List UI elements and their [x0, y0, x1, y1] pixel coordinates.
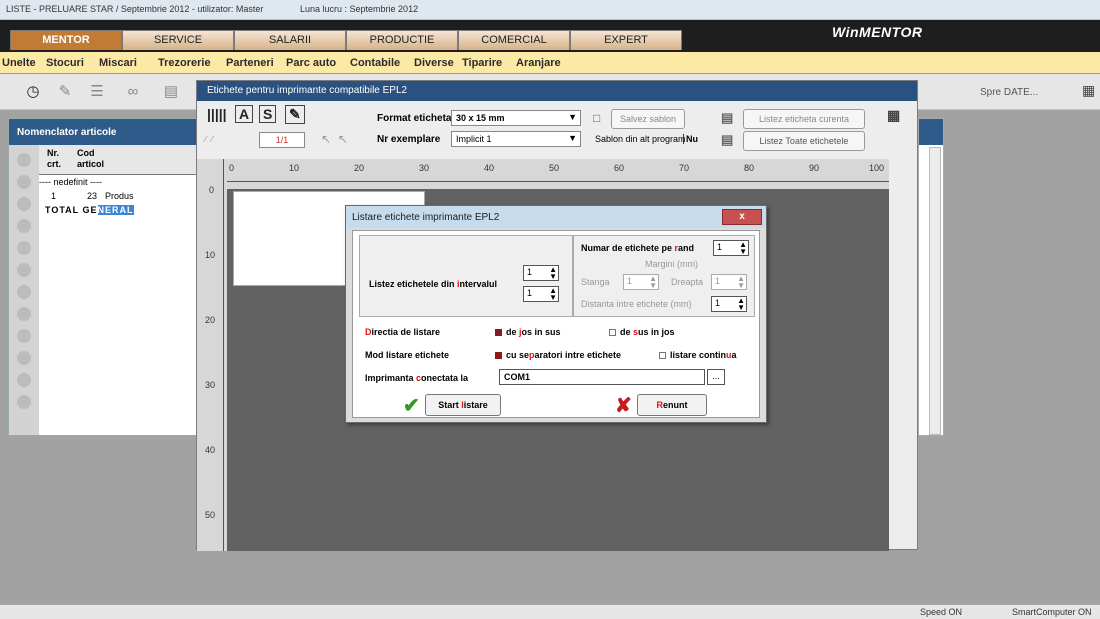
printer-icon: ▤ — [721, 132, 734, 147]
menu-diverse[interactable]: Diverse — [414, 57, 454, 69]
status-bar: Speed ON SmartComputer ON — [0, 604, 1100, 619]
menu-miscari[interactable]: Miscari — [99, 57, 137, 69]
renunt-button[interactable]: Renunt — [637, 394, 707, 416]
format-label: Format eticheta — [377, 113, 452, 124]
dreapta-label: Dreapta — [671, 277, 704, 287]
imprimanta-input[interactable]: COM1 — [499, 369, 705, 385]
tab-productie[interactable]: PRODUCTIE — [346, 30, 458, 50]
stanga-label: Stanga — [581, 277, 610, 287]
window-titlebar: LISTE - PRELUARE STAR / Septembrie 2012 … — [0, 0, 1100, 20]
menu-parteneri[interactable]: Parteneri — [226, 57, 274, 69]
salvez-sablon-button[interactable]: Salvez sablon — [611, 109, 685, 129]
menu-stocuri[interactable]: Stocuri — [46, 57, 84, 69]
radio-de-sus-in-jos[interactable]: de sus in jos — [609, 327, 675, 337]
menu-tiparire[interactable]: Tiparire — [462, 57, 502, 69]
menu-contabile[interactable]: Contabile — [350, 57, 400, 69]
tab-comercial[interactable]: COMERCIAL — [458, 30, 570, 50]
nr-exemplare-select[interactable]: Implicit 1 ▼ — [451, 131, 581, 147]
menu-trezorerie[interactable]: Trezorerie — [158, 57, 211, 69]
col-nr-crt[interactable]: Nr. crt. — [47, 148, 61, 170]
row-gutter — [9, 145, 39, 435]
window-title: LISTE - PRELUARE STAR / Septembrie 2012 … — [6, 4, 264, 14]
tab-expert[interactable]: EXPERT — [570, 30, 682, 50]
horizontal-ruler: 0 10 20 30 40 50 60 70 80 90 100 — [227, 159, 889, 189]
total-row[interactable]: TOTAL GENERAL — [39, 205, 199, 219]
menu-bar: Unelte Stocuri Miscari Trezorerie Parten… — [0, 52, 1100, 74]
distanta-label: Distanta intre etichete (mm) — [581, 299, 692, 309]
group-row[interactable]: ---- nedefinit ---- — [39, 177, 102, 187]
format-select[interactable]: 30 x 15 mm ▼ — [451, 110, 581, 126]
menu-unelte[interactable]: Unelte — [2, 57, 36, 69]
radio-cu-separatori[interactable]: cu separatori intre etichete — [495, 350, 621, 360]
vertical-scrollbar[interactable] — [929, 147, 941, 435]
printer-icon[interactable]: ▤ — [160, 82, 182, 102]
nomenclator-panel: Nomenclator articole Nr. crt. Cod artico… — [8, 118, 199, 436]
close-button[interactable]: x — [722, 209, 762, 225]
browse-button[interactable]: ... — [707, 369, 725, 385]
table-row[interactable]: 1 23 Produs — [39, 191, 199, 205]
start-listare-button[interactable]: Start listare — [425, 394, 501, 416]
listez-toate-button[interactable]: Listez Toate etichetele — [743, 131, 865, 151]
page-indicator: 1/1 — [259, 132, 305, 148]
nomenclator-column-header: Nr. crt. Cod articol — [39, 145, 199, 175]
dialog-body: Listez etichetele din intervalul 1 ▲ ▼ 1 ▲ ▼… — [352, 230, 760, 418]
list-icon[interactable]: ☰ — [86, 82, 108, 102]
stanga-spinner[interactable]: 1 ▲ ▼ — [623, 274, 659, 290]
barcode-icon[interactable]: ||||| — [207, 106, 227, 122]
layout-icon[interactable]: ▦ — [1082, 82, 1095, 99]
menu-aranjare[interactable]: Aranjare — [516, 57, 561, 69]
nr-exemplare-label: Nr exemplare — [377, 134, 441, 145]
nomenclator-title: Nomenclator articole — [9, 119, 197, 145]
printer-icon: ▤ — [721, 110, 734, 125]
margini-label: Margini (mm) — [645, 259, 698, 269]
module-tabs: MENTOR SERVICE SALARII PRODUCTIE COMERCI… — [0, 20, 1100, 52]
layout-icon[interactable]: ▦ — [887, 107, 900, 124]
etichete-title: Etichete pentru imprimante compatibile E… — [197, 81, 917, 101]
arrows-icon[interactable]: ↖ ↖ — [321, 132, 348, 146]
speed-status: Speed ON — [920, 607, 963, 617]
refresh-icon[interactable]: S — [259, 105, 277, 123]
sablon-alt-label: Sablon din alt program — [595, 134, 686, 144]
cancel-x-icon: ✘ — [615, 395, 632, 417]
tab-mentor[interactable]: MENTOR — [10, 30, 122, 50]
radio-de-jos-in-sus[interactable]: de jos in sus — [495, 327, 561, 337]
mod-listare-label: Mod listare etichete — [365, 350, 450, 360]
pen-icon[interactable]: ✎ — [285, 105, 305, 124]
save-icon[interactable]: □ — [593, 111, 600, 125]
per-rand-label: Numar de etichete pe rand — [581, 243, 695, 253]
per-rand-spinner[interactable]: 1 ▲ ▼ — [713, 240, 749, 256]
dreapta-spinner[interactable]: 1 ▲ ▼ — [711, 274, 747, 290]
vertical-ruler: 0 10 20 30 40 50 — [197, 159, 227, 551]
interval-to-spinner[interactable]: 1 ▲ ▼ — [523, 286, 559, 302]
distanta-spinner[interactable]: 1 ▲ ▼ — [711, 296, 747, 312]
tab-service[interactable]: SERVICE — [122, 30, 234, 50]
listare-etichete-dialog: Listare etichete imprimante EPL2 x Liste… — [345, 205, 767, 423]
dialog-title: Listare etichete imprimante EPL2 — [346, 206, 766, 228]
smartcomputer-status: SmartComputer ON — [1012, 607, 1092, 617]
col-cod-articol[interactable]: Cod articol — [77, 148, 104, 170]
interval-label: Listez etichetele din intervalul — [369, 279, 498, 289]
clock-icon[interactable]: ◷ — [22, 82, 44, 102]
text-icon[interactable]: A — [235, 105, 254, 123]
imprimanta-label: Imprimanta conectata la — [365, 373, 469, 383]
right-list-panel — [918, 118, 944, 436]
brand-logo: WinMENTOR — [832, 24, 923, 40]
menu-parc-auto[interactable]: Parc auto — [286, 57, 336, 69]
radio-listare-continua[interactable]: listare continua — [659, 350, 737, 360]
tab-salarii[interactable]: SALARII — [234, 30, 346, 50]
luna-lucru: Luna lucru : Septembrie 2012 — [300, 4, 419, 14]
listez-eticheta-curenta-button[interactable]: Listez eticheta curenta — [743, 109, 865, 129]
sablon-alt-value[interactable]: Nu — [683, 134, 698, 144]
spre-date-link[interactable]: Spre DATE... — [980, 87, 1038, 98]
line-icon[interactable]: ∕ ∕ — [205, 134, 213, 144]
checkmark-icon: ✔ — [403, 395, 420, 417]
directia-label: Directia de listare — [365, 327, 441, 337]
binoculars-icon[interactable]: ∞ — [122, 82, 144, 102]
interval-from-spinner[interactable]: 1 ▲ ▼ — [523, 265, 559, 281]
document-icon[interactable]: ✎ — [54, 82, 76, 102]
